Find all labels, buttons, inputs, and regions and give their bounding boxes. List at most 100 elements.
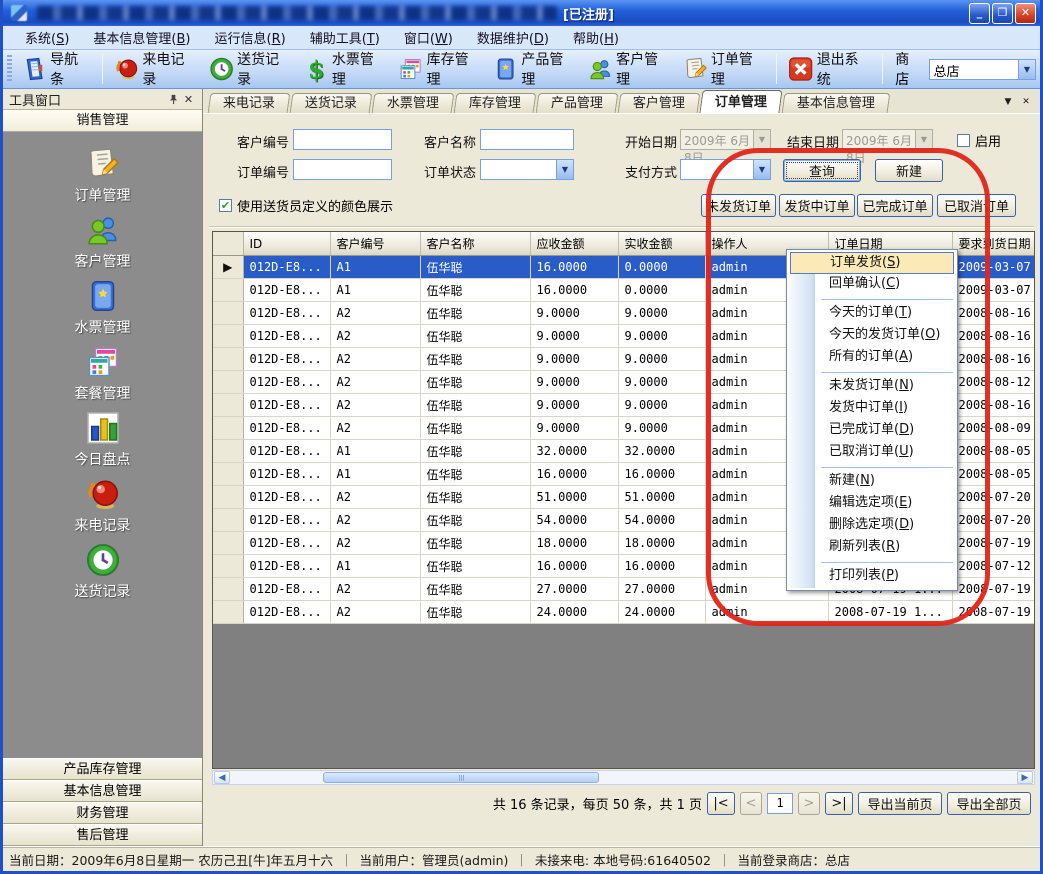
chevron-down-icon[interactable]: ▼ [753,160,770,179]
row-selector-cell[interactable] [213,440,243,463]
tab-7[interactable]: 订单管理 [699,90,782,113]
context-menu-item[interactable]: 打印列表(P) [789,566,955,588]
context-menu-item[interactable]: 发货中订单(I) [789,398,955,420]
chevron-down-icon[interactable]: ▼ [915,130,932,149]
customer-name-input[interactable] [480,129,574,150]
horizontal-scrollbar[interactable]: ◀ ▶ [212,770,1035,785]
customer-code-input[interactable] [293,129,392,150]
chevron-down-icon[interactable]: ▼ [753,130,770,149]
sidebar-item[interactable]: 水票管理 [43,278,163,337]
row-selector-cell[interactable] [213,578,243,601]
toolbar-button[interactable]: 导航条 [17,46,96,92]
context-menu-item[interactable]: 回单确认(C) [789,274,955,296]
row-selector-cell[interactable] [213,555,243,578]
sidebar-group-button[interactable]: 售后管理 [3,824,202,846]
row-selector-cell[interactable] [213,348,243,371]
column-header[interactable]: 实收金额 [618,232,705,256]
tab-8[interactable]: 基本信息管理 [782,93,891,113]
sidebar-item[interactable]: 客户管理 [43,212,163,271]
toolbar-button[interactable]: 退出系统 [783,46,876,92]
column-header[interactable]: ID [243,232,330,256]
export-current-page-button[interactable]: 导出当前页 [858,792,942,815]
sidebar-item[interactable]: 订单管理 [43,146,163,205]
row-selector-cell[interactable]: ▶ [213,256,243,279]
row-selector-cell[interactable] [213,509,243,532]
pin-icon[interactable] [166,92,181,107]
close-button[interactable]: ✕ [1015,3,1036,24]
prev-page-button[interactable]: < [740,792,762,815]
context-menu-item[interactable]: 所有的订单(A) [789,347,955,369]
end-date-picker[interactable]: 2009年 6月 8日 ▼ [842,129,933,150]
sidebar-item[interactable]: 来电记录 [43,476,163,535]
tab-2[interactable]: 送货记录 [290,93,373,113]
start-date-picker[interactable]: 2009年 6月 8日 ▼ [680,129,771,150]
order-status-select[interactable]: ▼ [480,159,574,180]
context-menu-item[interactable]: 删除选定项(D) [789,515,955,537]
toolbar-button[interactable]: 库存管理 [393,46,486,92]
status-filter-button[interactable]: 已取消订单 [937,194,1016,217]
column-header[interactable]: 客户编号 [330,232,420,256]
context-menu-item[interactable]: 今天的发货订单(O) [789,325,955,347]
row-selector-cell[interactable] [213,532,243,555]
scroll-left-icon[interactable]: ◀ [214,771,230,784]
status-filter-button[interactable]: 已完成订单 [857,194,933,217]
first-page-button[interactable]: |< [707,792,735,815]
scroll-right-icon[interactable]: ▶ [1017,771,1033,784]
context-menu-item[interactable]: 未发货订单(N) [789,376,955,398]
export-all-pages-button[interactable]: 导出全部页 [947,792,1031,815]
row-selector-cell[interactable] [213,325,243,348]
shop-combobox[interactable]: 总店 ▼ [929,59,1036,80]
query-button[interactable]: 查询 [783,159,861,182]
context-menu-item[interactable]: 已完成订单(D) [789,420,955,442]
enable-date-checkbox[interactable]: 启用 [957,131,1001,150]
toolbar-button[interactable]: 订单管理 [678,46,771,92]
row-selector-cell[interactable] [213,463,243,486]
column-header[interactable]: 客户名称 [420,232,530,256]
sidebar-group-button[interactable]: 财务管理 [3,802,202,824]
chevron-down-icon[interactable]: ▼ [556,160,573,179]
row-selector-cell[interactable] [213,279,243,302]
context-menu-item[interactable]: 新建(N) [789,471,955,493]
context-menu-item[interactable]: 已取消订单(U) [789,442,955,464]
tab-6[interactable]: 客户管理 [618,93,701,113]
row-selector-cell[interactable] [213,371,243,394]
tab-3[interactable]: 水票管理 [372,93,455,113]
order-code-input[interactable] [293,159,392,180]
tab-5[interactable]: 产品管理 [536,93,619,113]
context-menu-item[interactable]: 今天的订单(T) [789,303,955,325]
maximize-button[interactable]: ❐ [992,3,1013,24]
column-header[interactable]: 应收金额 [530,232,618,256]
context-menu-item[interactable]: 刷新列表(R) [789,537,955,559]
chevron-down-icon[interactable]: ▼ [1018,60,1035,79]
status-filter-button[interactable]: 发货中订单 [779,194,855,217]
delivery-color-checkbox[interactable]: ✔ 使用送货员定义的颜色展示 [219,196,393,215]
row-selector-cell[interactable] [213,417,243,440]
next-page-button[interactable]: > [798,792,820,815]
tab-4[interactable]: 库存管理 [454,93,537,113]
last-page-button[interactable]: >| [825,792,853,815]
row-selector-cell[interactable] [213,394,243,417]
sidebar-group-button[interactable]: 基本信息管理 [3,780,202,802]
column-header[interactable]: 要求到货日期 [952,232,1035,256]
table-row[interactable]: 012D-E8...A2伍华聪24.000024.0000admin2008-0… [213,601,1035,624]
sidebar-group-button[interactable]: 产品库存管理 [3,758,202,780]
tab-1[interactable]: 来电记录 [208,93,291,113]
sidebar-item[interactable]: 送货记录 [43,542,163,601]
sidebar-item[interactable]: 今日盘点 [43,410,163,469]
page-number-input[interactable] [767,793,793,814]
scrollbar-thumb[interactable] [323,772,599,783]
toolbar-button[interactable]: 产品管理 [488,46,581,92]
pay-method-select[interactable]: ▼ [680,159,771,180]
row-selector-cell[interactable] [213,601,243,624]
close-icon[interactable]: ✕ [181,92,196,107]
context-menu-item[interactable]: 订单发货(S) [790,252,954,274]
new-button[interactable]: 新建 [875,159,943,182]
tab-close-icon[interactable]: ✕ [1018,94,1034,110]
row-selector-cell[interactable] [213,486,243,509]
toolbar-button[interactable]: 来电记录 [109,46,202,92]
sidebar-group-sales[interactable]: 销售管理 [3,110,202,132]
row-selector-cell[interactable] [213,302,243,325]
sidebar-item[interactable]: 套餐管理 [43,344,163,403]
toolbar-button[interactable]: 送货记录 [204,46,297,92]
status-filter-button[interactable]: 未发货订单 [701,194,776,217]
